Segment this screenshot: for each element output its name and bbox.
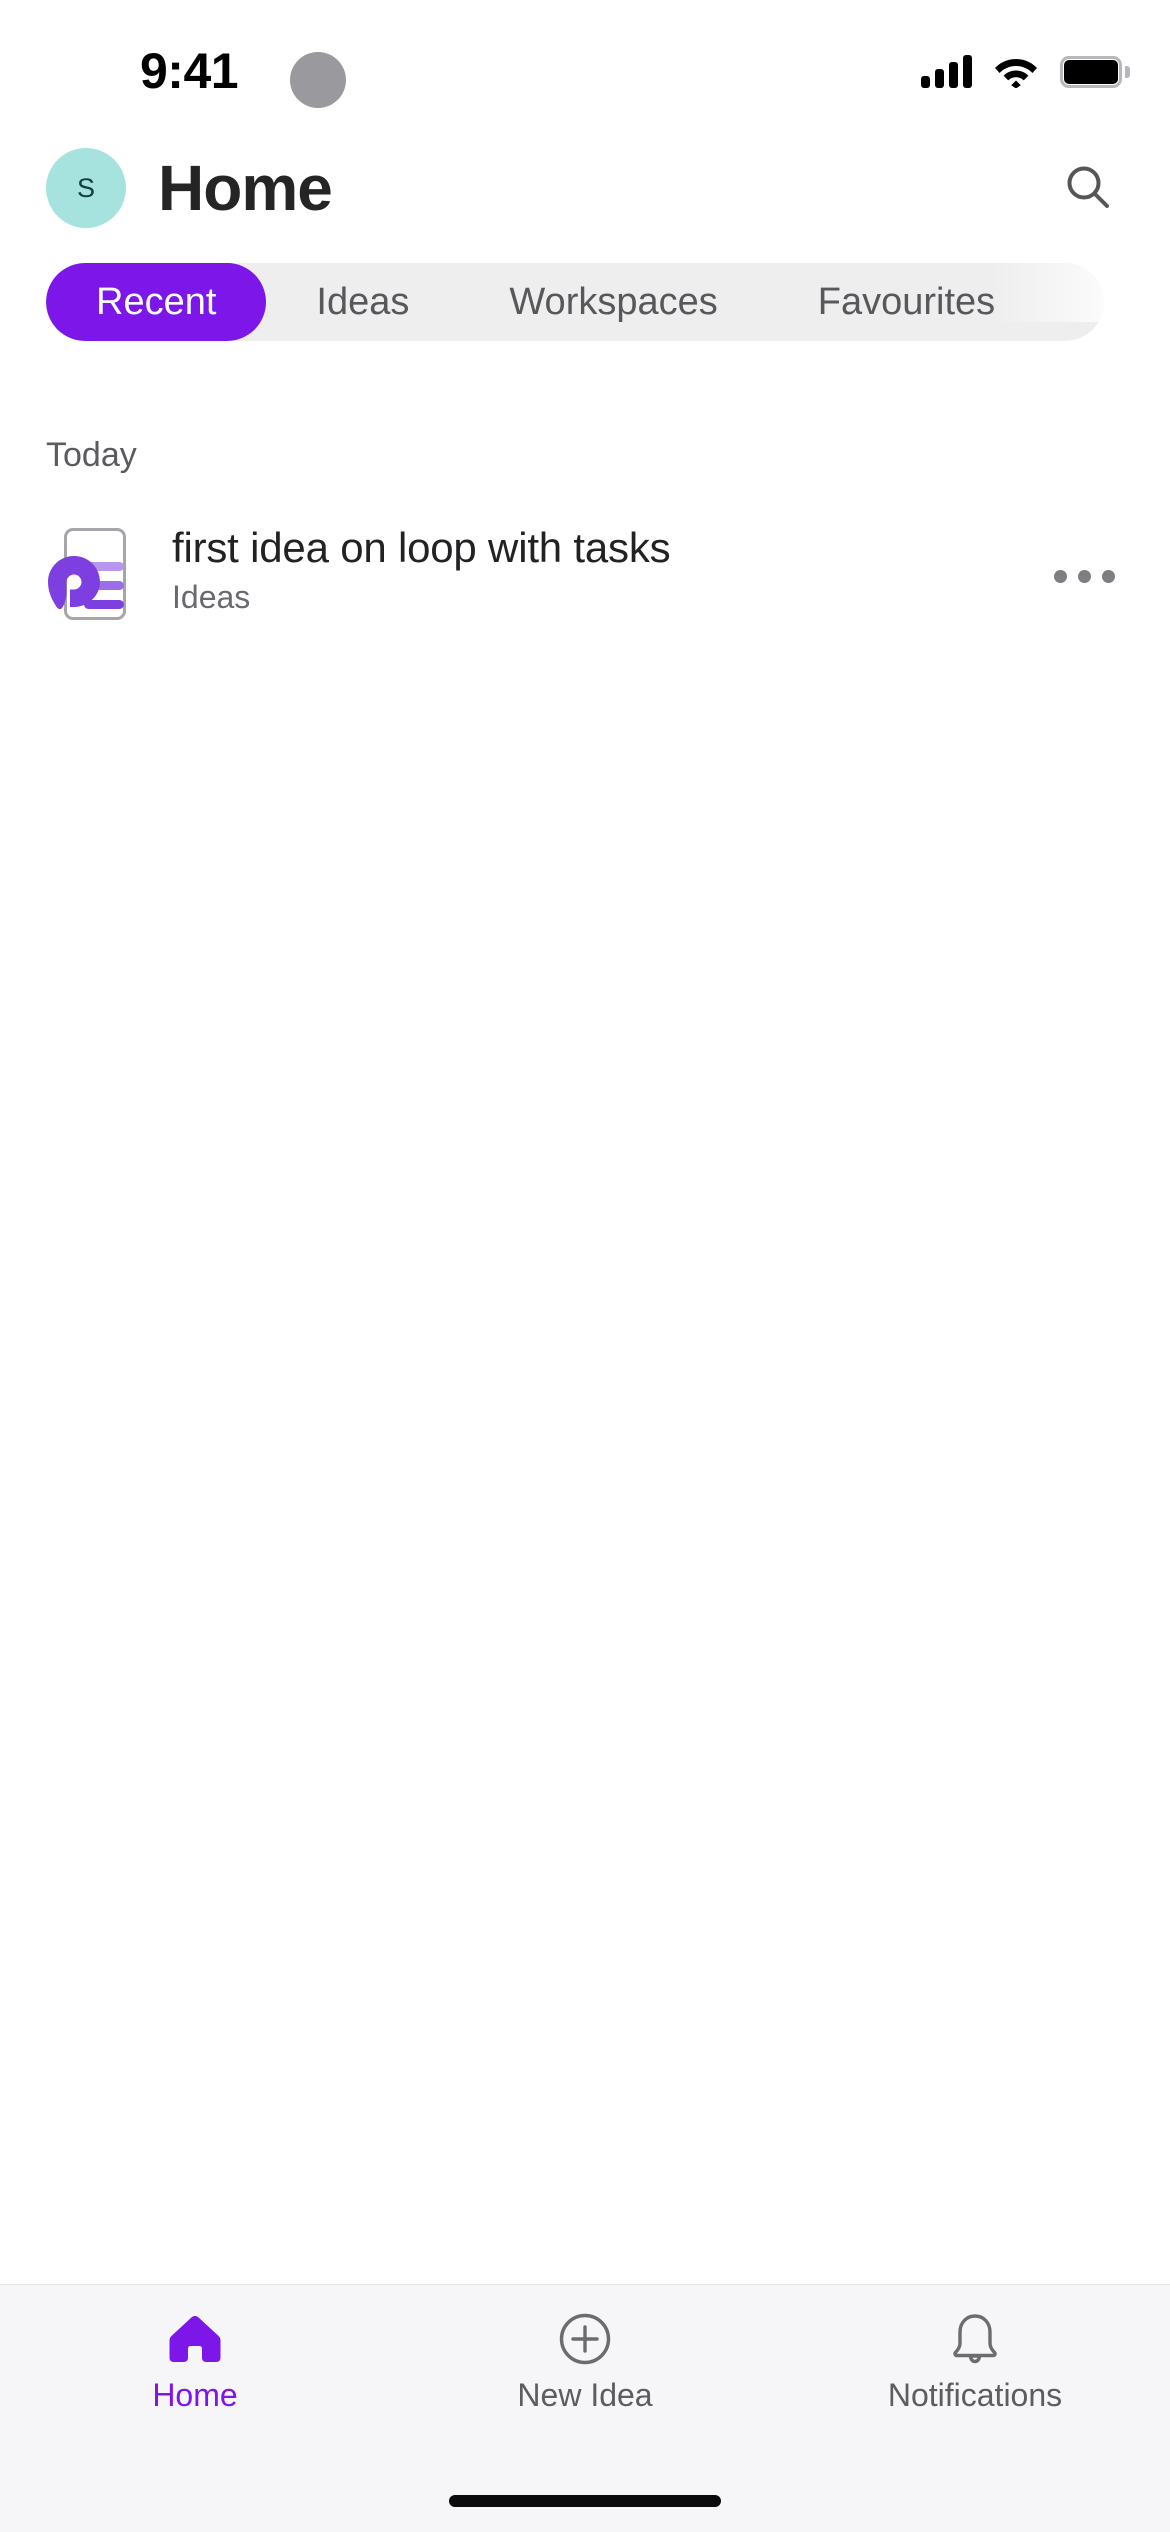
avatar-initial: S: [76, 172, 95, 203]
plus-circle-icon-wrap: [558, 2311, 612, 2367]
list-item-text: first idea on loop with tasks Ideas: [172, 524, 1044, 613]
search-icon: [1067, 166, 1109, 208]
home-indicator[interactable]: [449, 2495, 721, 2507]
tab-recent-label: Recent: [96, 280, 217, 323]
loop-document-icon: [46, 528, 126, 624]
tab-workspaces[interactable]: Workspaces: [459, 263, 767, 341]
section-header-today: Today: [46, 436, 137, 474]
list-item[interactable]: first idea on loop with tasks Ideas: [46, 524, 1124, 634]
bottom-navigation: Home New Idea Notifications: [0, 2284, 1170, 2470]
tab-favourites[interactable]: Favourites: [768, 263, 1045, 341]
status-bar-time: 9:41: [140, 43, 239, 99]
tab-workspaces-label: Workspaces: [509, 280, 718, 323]
nav-item-notifications[interactable]: Notifications: [780, 2285, 1170, 2411]
tab-ideas[interactable]: Ideas: [266, 263, 459, 341]
list-item-subtitle: Ideas: [172, 579, 251, 616]
status-bar: 9:41: [0, 0, 1170, 132]
nav-item-new-idea-label: New Idea: [517, 2377, 653, 2413]
app-header: S Home: [0, 132, 1170, 244]
nav-item-home-label: Home: [152, 2377, 238, 2413]
search-button[interactable]: [1050, 150, 1126, 226]
home-icon: [169, 2316, 221, 2362]
wifi-icon: [995, 59, 1037, 88]
cellular-signal-icon: [921, 54, 972, 88]
list-item-title: first idea on loop with tasks: [172, 524, 671, 571]
nav-item-notifications-label: Notifications: [887, 2377, 1063, 2413]
status-bar-indicators: [921, 54, 1130, 88]
home-icon-wrap: [167, 2311, 223, 2367]
app-screen: 9:41 S Home Recent Ideas Workspaces Favo…: [0, 0, 1170, 2532]
home-indicator-zone: [0, 2470, 1170, 2532]
tab-strip-container: Recent Ideas Workspaces Favourites: [0, 244, 1170, 360]
tab-recent[interactable]: Recent: [46, 263, 267, 341]
battery-icon: [1060, 56, 1130, 88]
loop-badge-icon: [48, 556, 100, 610]
bell-icon-wrap: [949, 2311, 1001, 2367]
tab-strip[interactable]: Recent Ideas Workspaces Favourites: [46, 263, 1104, 341]
more-horizontal-icon[interactable]: [1044, 536, 1124, 616]
nav-item-new-idea[interactable]: New Idea: [390, 2285, 780, 2411]
bell-icon: [953, 2314, 997, 2364]
page-title: Home: [158, 152, 333, 224]
nav-item-home[interactable]: Home: [0, 2285, 390, 2411]
plus-circle-icon: [559, 2313, 611, 2365]
camera-notch-dot: [290, 52, 346, 108]
tab-ideas-label: Ideas: [316, 280, 410, 323]
tab-favourites-label: Favourites: [817, 280, 996, 323]
content-area: Today first idea on loop with tasks Idea…: [0, 360, 1170, 2284]
avatar[interactable]: S: [46, 148, 126, 228]
